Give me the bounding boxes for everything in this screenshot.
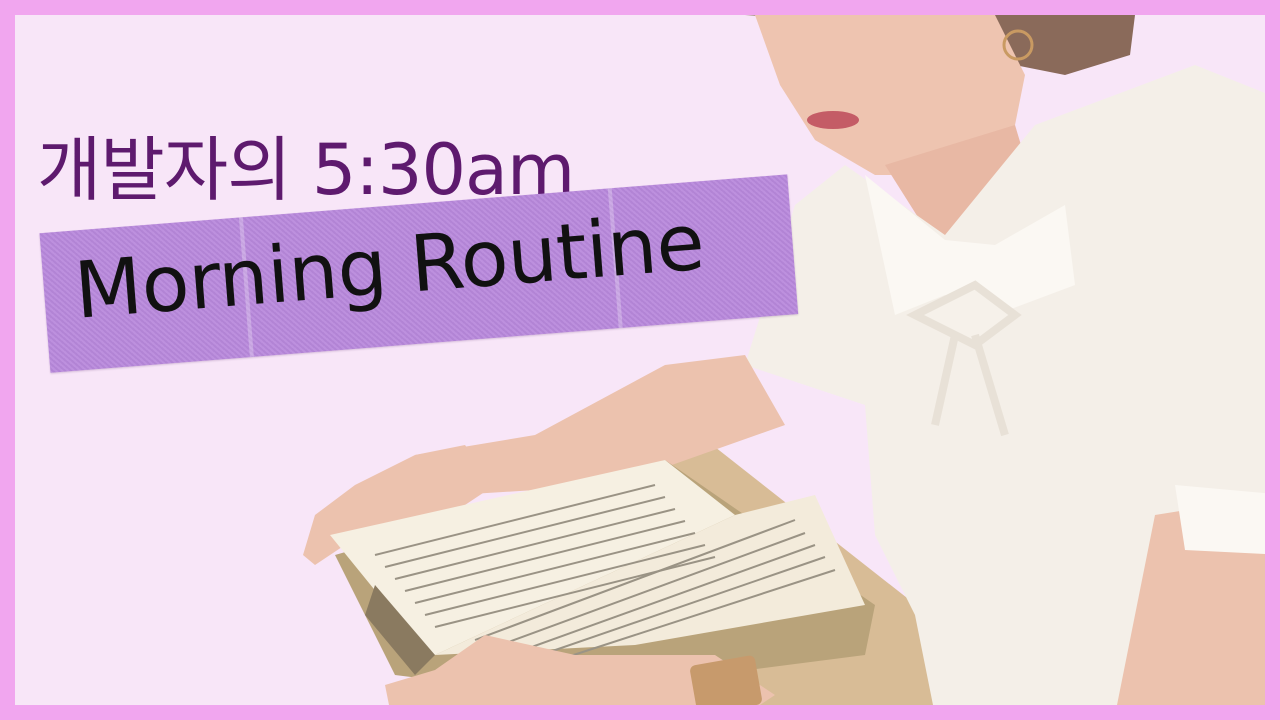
photo-scene [303, 15, 1265, 705]
thumbnail-frame: 개발자의 5:30am Morning Routine [0, 0, 1280, 720]
title-line-korean: 개발자의 5:30am [37, 129, 575, 211]
sleeve-cuff [1175, 485, 1265, 554]
lips [807, 111, 859, 129]
